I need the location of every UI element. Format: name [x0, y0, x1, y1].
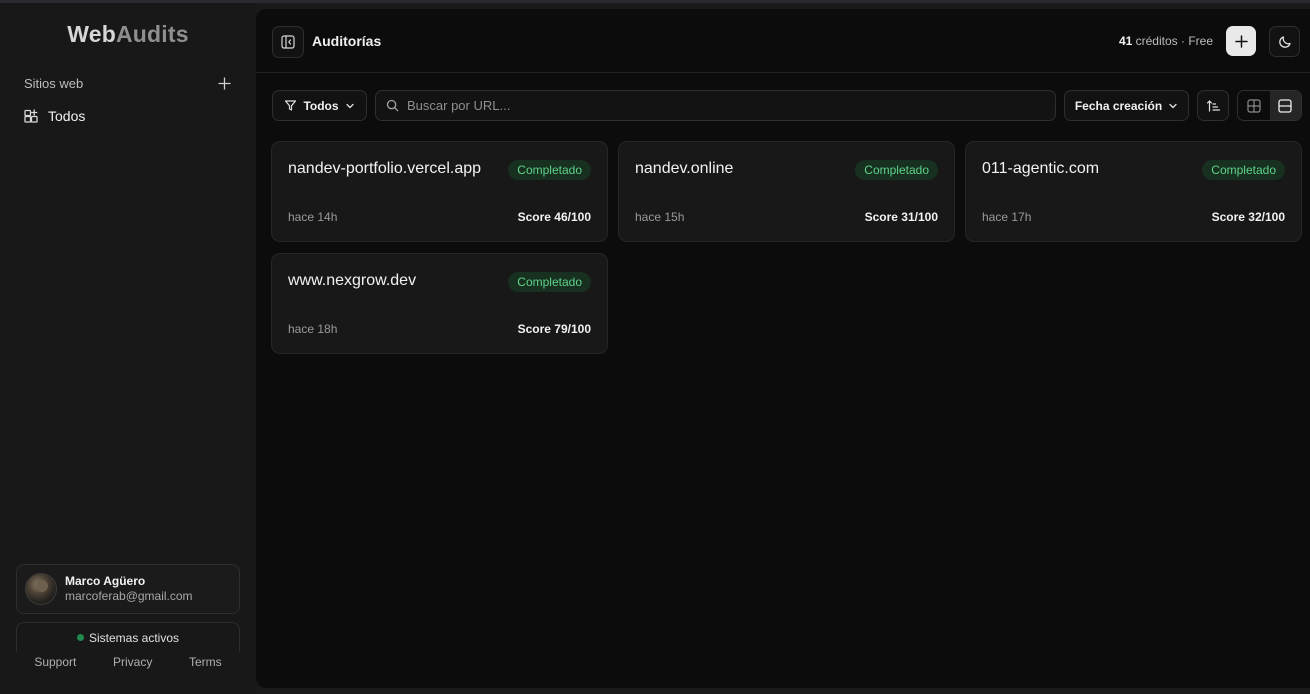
sidebar-item-todos-label: Todos: [48, 108, 86, 124]
theme-toggle-button[interactable]: [1269, 26, 1300, 57]
search-field[interactable]: [375, 90, 1056, 121]
user-profile-card[interactable]: Marco Agüero marcoferab@gmail.com: [16, 564, 240, 614]
audit-score: Score 46/100: [517, 210, 591, 224]
sort-by-label: Fecha creación: [1074, 98, 1163, 113]
privacy-link[interactable]: Privacy: [113, 655, 152, 669]
add-website-button[interactable]: [216, 75, 232, 91]
audit-time: hace 15h: [635, 210, 685, 224]
credits-indicator: 41 créditos · Free: [1119, 34, 1213, 48]
user-info: Marco Agüero marcoferab@gmail.com: [65, 574, 193, 604]
avatar: [25, 573, 57, 605]
credits-count: 41: [1118, 34, 1133, 48]
logo-part-web: Web: [67, 21, 116, 47]
plus-icon: [1234, 34, 1248, 48]
toggle-sidebar-button[interactable]: [272, 26, 304, 58]
new-audit-button[interactable]: [1226, 26, 1256, 56]
terms-link[interactable]: Terms: [189, 655, 222, 669]
audit-domain: www.nexgrow.dev: [288, 272, 417, 289]
footer-links: Support Privacy Terms: [16, 655, 240, 669]
chevron-down-icon: [345, 103, 354, 108]
chevron-down-icon: [1169, 103, 1177, 108]
audit-score: Score 31/100: [864, 210, 938, 224]
audit-score: Score 32/100: [1211, 210, 1285, 224]
grid-icon: [1247, 98, 1261, 113]
user-email: marcoferab@gmail.com: [65, 589, 193, 603]
audit-time: hace 18h: [288, 322, 338, 336]
audit-domain: nandev.online: [635, 160, 734, 177]
search-input[interactable]: [407, 98, 1027, 113]
audit-card[interactable]: nandev.online Completado hace 15h Score …: [618, 141, 955, 242]
logo-part-audits: Audits: [115, 21, 189, 47]
filters-toolbar: Todos Fecha creación: [272, 90, 1302, 122]
sort-direction-button[interactable]: [1197, 90, 1229, 121]
sidebar: WebAudits Sitios web Todos Marco Agüero …: [0, 3, 256, 694]
sidebar-collapse-icon: [281, 35, 295, 49]
system-status-text: Sistemas activos: [88, 630, 180, 645]
audit-score: Score 79/100: [517, 322, 591, 336]
view-mode-toggle: [1237, 90, 1302, 121]
app-logo[interactable]: WebAudits: [0, 21, 256, 48]
moon-icon: [1278, 35, 1291, 48]
status-badge: Completado: [508, 272, 591, 292]
audit-domain: nandev-portfolio.vercel.app: [288, 160, 482, 177]
grid-plus-icon: [24, 108, 38, 123]
plus-icon: [217, 76, 231, 90]
grid-view-button[interactable]: [1238, 91, 1270, 120]
sort-by-dropdown[interactable]: Fecha creación: [1064, 90, 1189, 121]
filter-icon: [285, 100, 297, 111]
rows-icon: [1278, 98, 1292, 113]
audit-card[interactable]: nandev-portfolio.vercel.app Completado h…: [271, 141, 608, 242]
page-title: Auditorías: [312, 33, 382, 49]
websites-section-header: Sitios web: [24, 74, 232, 92]
audit-time: hace 17h: [982, 210, 1032, 224]
audit-domain: 011-agentic.com: [982, 160, 1100, 177]
search-icon: [386, 99, 399, 112]
status-dot-icon: [76, 634, 84, 641]
sort-ascending-icon: [1206, 99, 1220, 112]
audit-time: hace 14h: [288, 210, 338, 224]
sidebar-item-todos[interactable]: Todos: [24, 105, 85, 127]
support-link[interactable]: Support: [34, 655, 76, 669]
audit-card[interactable]: 011-agentic.com Completado hace 17h Scor…: [965, 141, 1302, 242]
audit-card[interactable]: www.nexgrow.dev Completado hace 18h Scor…: [271, 253, 608, 354]
websites-section-label: Sitios web: [24, 75, 84, 91]
main-panel: Auditorías 41 créditos · Free Todos Fech…: [256, 9, 1310, 688]
top-bar: Auditorías 41 créditos · Free: [256, 9, 1310, 73]
user-name: Marco Agüero: [65, 574, 146, 588]
status-badge: Completado: [1202, 160, 1285, 180]
status-filter-label: Todos: [303, 98, 339, 113]
status-filter-dropdown[interactable]: Todos: [272, 90, 367, 121]
status-badge: Completado: [855, 160, 938, 180]
list-view-button[interactable]: [1269, 91, 1301, 120]
credits-label: créditos · Free: [1135, 34, 1213, 48]
system-status: Sistemas activos: [16, 622, 240, 652]
status-badge: Completado: [508, 160, 591, 180]
